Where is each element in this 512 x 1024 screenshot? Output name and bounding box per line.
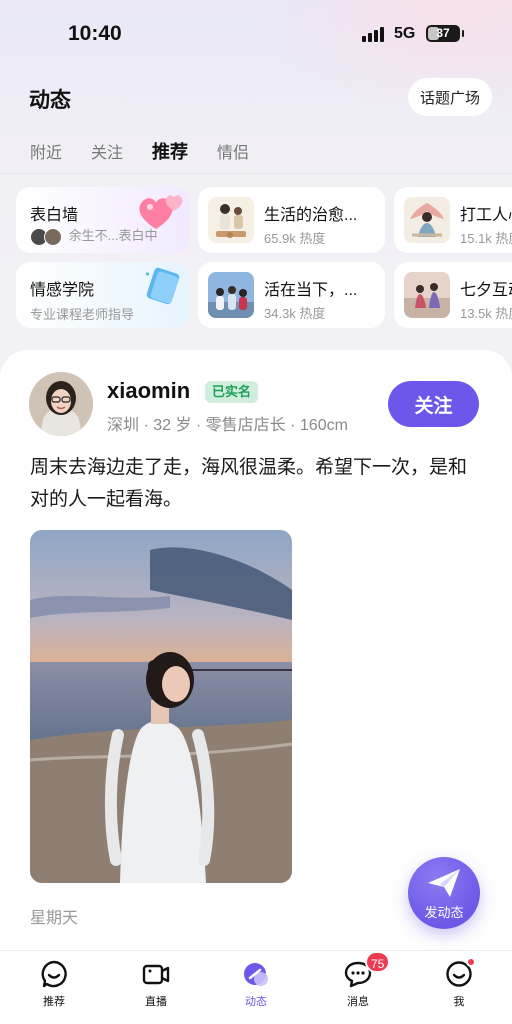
battery-percent: 37 [436,26,450,40]
follow-button[interactable]: 关注 [388,381,479,427]
bottom-nav: 推荐 直播 动态 75 消息 我 [0,950,512,1024]
topic-thumbnail [404,197,450,243]
topic-card-title: 情感学院 [30,282,95,299]
status-time: 10:40 [68,22,122,45]
nav-item-me[interactable]: 我 [424,957,494,1009]
book-icon [146,267,180,305]
nav-label: 直播 [145,996,167,1008]
profile-smile-icon [444,957,476,989]
avatar [44,227,62,246]
topic-card-title: 打工人心 [460,207,512,224]
avatar[interactable] [29,372,93,436]
feed-tabs: 附近 关注 推荐 情侣 [30,141,278,167]
topic-card-confession-wall[interactable]: 表白墙 余生不...表白中 [16,187,189,253]
topic-card-workers[interactable]: 打工人心 15.1k 热度 [394,187,512,253]
nav-label: 消息 [347,996,369,1008]
status-bar: 10:40 5G 37 [0,0,512,66]
nav-label: 动态 [245,996,267,1008]
tab-following[interactable]: 关注 [91,143,123,167]
post-photo[interactable] [30,530,292,883]
topic-thumbnail [404,272,450,318]
topic-card-title: 表白墙 [30,207,79,224]
post-moment-button[interactable]: 发动态 [408,857,480,929]
topic-card-healing-life[interactable]: 生活的治愈... 65.9k 热度 [198,187,385,253]
post-day: 星期天 [30,910,79,927]
topic-card-heat: 15.1k 热度 [460,231,512,246]
network-type: 5G [394,25,416,42]
page-title: 动态 [29,89,71,112]
topic-card-live-now[interactable]: 活在当下，... 34.3k 热度 [198,262,385,328]
smile-chat-icon [39,959,69,989]
moments-icon [241,959,271,989]
topic-thumbnail [208,197,254,243]
user-meta: 深圳 · 32 岁 · 零售店店长 · 160cm [107,417,348,434]
topic-card-heat: 65.9k 热度 [264,231,326,246]
battery-icon: 37 [426,25,464,42]
topic-card-title: 活在当下，... [264,282,358,299]
nav-item-messages[interactable]: 75 消息 [323,951,393,1009]
topic-card-heat: 34.3k 热度 [264,306,326,321]
tab-nearby[interactable]: 附近 [30,143,62,167]
unread-badge: 75 [365,951,391,973]
topic-card-subtitle: 专业课程老师指导 [30,307,135,322]
notification-dot [466,957,476,967]
message-icon: 75 [343,951,391,989]
user-name[interactable]: xiaomin [107,378,190,404]
nav-item-recommend[interactable]: 推荐 [19,959,89,1009]
post-text: 周末去海边走了走，海风很温柔。希望下一次，是和对的人一起看海。 [30,457,468,510]
signal-icon [362,27,386,42]
topic-card-emotion-academy[interactable]: 情感学院 专业课程老师指导 [16,262,189,328]
nav-label: 推荐 [43,996,65,1008]
topic-card-title: 七夕互动 [460,282,512,299]
tab-recommended[interactable]: 推荐 [152,141,188,167]
post-moment-label: 发动态 [424,905,464,920]
topic-square-button[interactable]: 话题广场 [408,78,492,116]
tabs-divider [0,173,512,174]
video-camera-icon [141,959,171,989]
nav-item-live[interactable]: 直播 [121,959,191,1009]
paper-plane-icon [428,869,460,897]
nav-label: 我 [453,996,465,1008]
verified-badge: 已实名 [205,381,259,403]
tab-couples[interactable]: 情侣 [217,143,249,167]
topic-card-qixi[interactable]: 七夕互动 13.5k 热度 [394,262,512,328]
topic-card-title: 生活的治愈... [264,207,358,224]
topic-thumbnail [208,272,254,318]
nav-item-moments[interactable]: 动态 [221,959,291,1009]
topic-card-heat: 13.5k 热度 [460,306,512,321]
hearts-icon [139,195,183,229]
